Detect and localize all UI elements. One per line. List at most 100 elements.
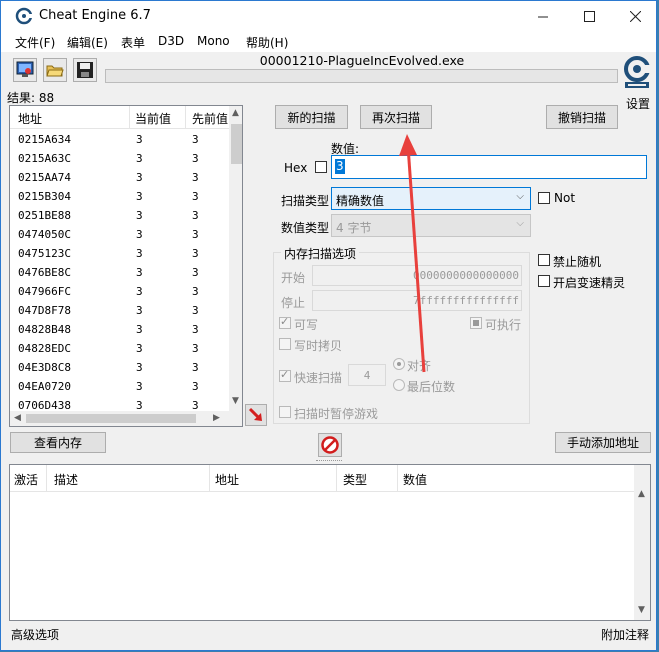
previous-value-cell: 3: [192, 171, 199, 184]
address-cell: 047D8F78: [18, 304, 71, 317]
close-button[interactable]: [612, 1, 656, 32]
disable-random-label[interactable]: 禁止随机: [553, 253, 601, 270]
scroll-right-icon[interactable]: ▶: [213, 413, 220, 423]
cheat-table[interactable]: 激活 描述 地址 类型 数值 ▲ ▼: [9, 464, 651, 621]
no-entry-icon: [321, 436, 339, 454]
menu-table[interactable]: 表单: [121, 34, 145, 51]
menu-edit[interactable]: 编辑(E): [67, 34, 108, 51]
column-value[interactable]: 数值: [403, 471, 427, 488]
fast-scan-alignment-input[interactable]: 4: [348, 364, 386, 386]
address-list-horizontal-scrollbar[interactable]: ◀ ▶: [10, 411, 242, 426]
settings-logo-icon[interactable]: [622, 55, 652, 91]
scan-progress-bar: [105, 69, 618, 83]
table-row[interactable]: 0215B304 3 3: [10, 187, 229, 206]
results-count: 结果: 88: [7, 91, 55, 105]
column-description[interactable]: 描述: [54, 471, 78, 488]
table-row[interactable]: 0215A634 3 3: [10, 130, 229, 149]
table-row[interactable]: 0215AA74 3 3: [10, 168, 229, 187]
start-address-field[interactable]: 0000000000000000: [312, 265, 522, 286]
menu-d3d[interactable]: D3D: [158, 34, 184, 48]
table-row[interactable]: 0215A63C 3 3: [10, 149, 229, 168]
view-memory-button[interactable]: 查看内存: [10, 432, 106, 453]
stop-address-field[interactable]: 7fffffffffffffff: [312, 290, 522, 311]
value-type-label: 数值类型: [281, 221, 330, 235]
column-active[interactable]: 激活: [14, 471, 38, 488]
table-row[interactable]: 04828EDC 3 3: [10, 339, 229, 358]
align-radio[interactable]: [393, 358, 405, 370]
fast-scan-checkbox[interactable]: [279, 368, 291, 382]
speedhack-label[interactable]: 开启变速精灵: [553, 274, 625, 291]
scrollbar-thumb[interactable]: [231, 124, 242, 164]
select-process-button[interactable]: [13, 58, 37, 82]
current-value-cell: 3: [136, 266, 143, 279]
scroll-up-icon[interactable]: ▲: [638, 489, 645, 499]
table-row[interactable]: 047D8F78 3 3: [10, 301, 229, 320]
speedhack-checkbox[interactable]: [538, 275, 550, 287]
table-row[interactable]: 0476BE8C 3 3: [10, 263, 229, 282]
add-address-manually-button[interactable]: 手动添加地址: [555, 432, 651, 453]
found-address-list[interactable]: 地址 当前值 先前值 0215A634 3 3 0215A63C 3 3 0215AA74 3…: [9, 105, 243, 427]
scan-type-value: 精确数值: [336, 194, 385, 208]
process-name: 00001210-PlagueIncEvolved.exe: [259, 53, 465, 68]
cheat-engine-window: Cheat Engine 6.7 文件(F) 编辑(E) 表单 D3D Mono…: [0, 0, 657, 651]
current-value-cell: 3: [136, 133, 143, 146]
scrollbar-thumb[interactable]: [26, 414, 196, 423]
executable-checkbox[interactable]: [470, 317, 482, 329]
undo-scan-button[interactable]: 撤销扫描: [546, 105, 618, 129]
copy-on-write-checkbox[interactable]: [279, 338, 291, 350]
open-file-button[interactable]: [43, 58, 67, 82]
table-comments-link[interactable]: 附加注释: [601, 626, 649, 643]
last-digits-radio[interactable]: [393, 379, 405, 391]
menu-help[interactable]: 帮助(H): [246, 34, 288, 51]
current-value-cell: 3: [136, 323, 143, 336]
new-scan-button[interactable]: 新的扫描: [275, 105, 348, 129]
table-row[interactable]: 047966FC 3 3: [10, 282, 229, 301]
floppy-save-icon: [77, 62, 93, 78]
column-previous-value[interactable]: 先前值: [192, 110, 228, 127]
disable-random-checkbox[interactable]: [538, 254, 550, 266]
pause-game-checkbox[interactable]: [279, 406, 291, 418]
scroll-up-icon[interactable]: ▲: [232, 108, 239, 118]
address-list-vertical-scrollbar[interactable]: ▲ ▼: [229, 106, 242, 411]
table-row[interactable]: 0251BE88 3 3: [10, 206, 229, 225]
maximize-icon: [583, 11, 595, 22]
title-bar[interactable]: Cheat Engine 6.7: [1, 1, 656, 32]
save-button[interactable]: [73, 58, 97, 82]
column-address[interactable]: 地址: [18, 110, 42, 127]
previous-value-cell: 3: [192, 190, 199, 203]
table-row[interactable]: 0474050C 3 3: [10, 225, 229, 244]
not-checkbox[interactable]: [538, 192, 550, 204]
scroll-down-icon[interactable]: ▼: [638, 605, 645, 615]
scroll-left-icon[interactable]: ◀: [14, 413, 21, 423]
not-label[interactable]: Not: [554, 191, 575, 205]
table-row[interactable]: 04EA0720 3 3: [10, 377, 229, 396]
table-row[interactable]: 0475123C 3 3: [10, 244, 229, 263]
table-row[interactable]: 04828B48 3 3: [10, 320, 229, 339]
column-current-value[interactable]: 当前值: [135, 110, 171, 127]
writable-checkbox[interactable]: [279, 315, 291, 329]
scroll-down-icon[interactable]: ▼: [232, 396, 239, 406]
writable-label: 可写: [294, 318, 319, 332]
address-cell: 0215A63C: [18, 152, 71, 165]
settings-label[interactable]: 设置: [626, 95, 650, 112]
column-address[interactable]: 地址: [215, 471, 239, 488]
hex-checkbox[interactable]: [315, 161, 327, 173]
address-cell: 04828B48: [18, 323, 71, 336]
scan-value-input[interactable]: 3: [331, 155, 647, 179]
advanced-options-link[interactable]: 高级选项: [11, 626, 59, 643]
pause-game-label: 扫描时暂停游戏: [294, 407, 379, 421]
table-row[interactable]: 04E3D8C8 3 3: [10, 358, 229, 377]
clear-list-button[interactable]: [318, 433, 342, 457]
scan-type-select[interactable]: 精确数值 ⌵: [331, 187, 531, 210]
previous-value-cell: 3: [192, 380, 199, 393]
cheat-table-scrollbar[interactable]: ▲ ▼: [634, 465, 650, 620]
menu-file[interactable]: 文件(F): [15, 34, 55, 51]
minimize-button[interactable]: [520, 1, 566, 32]
value-type-select[interactable]: 4 字节 ⌵: [331, 214, 531, 237]
next-scan-button[interactable]: 再次扫描: [360, 105, 432, 129]
menu-mono[interactable]: Mono: [197, 34, 230, 48]
maximize-button[interactable]: [566, 1, 612, 32]
column-type[interactable]: 类型: [343, 471, 367, 488]
address-cell: 0475123C: [18, 247, 71, 260]
add-to-table-button[interactable]: [245, 404, 267, 426]
